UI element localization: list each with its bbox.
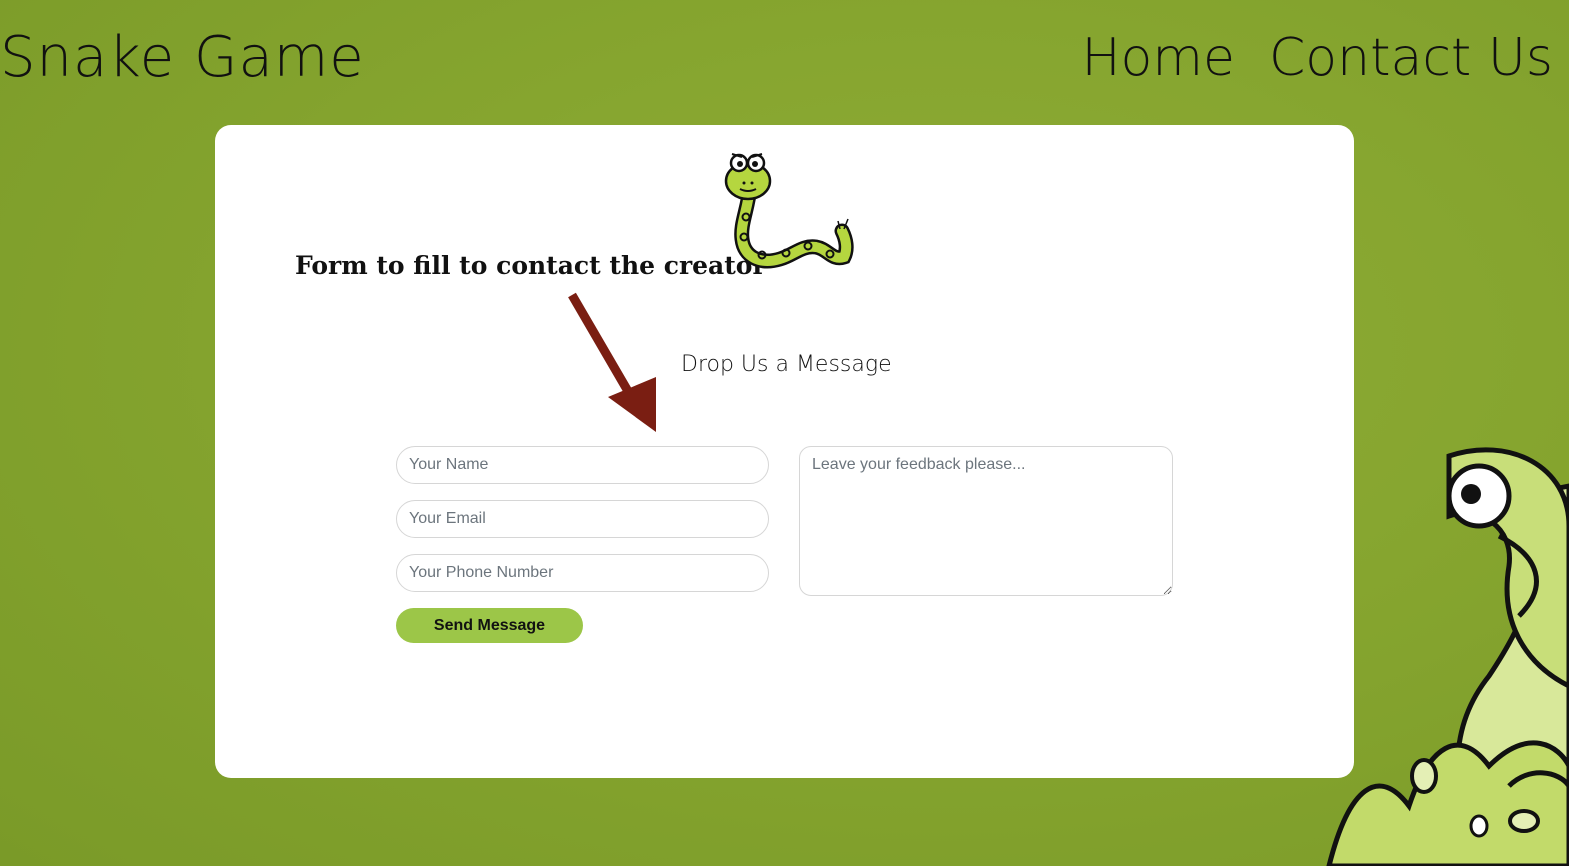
feedback-textarea[interactable] — [799, 446, 1173, 596]
arrow-down-icon — [568, 292, 656, 432]
site-title: Snake Game — [0, 25, 365, 90]
main-nav: Home Contact Us — [1081, 18, 1553, 98]
form-subheading: Drop Us a Message — [681, 352, 892, 377]
phone-input[interactable] — [396, 554, 769, 592]
snake-logo-icon — [724, 153, 854, 269]
contact-card: Form to fill to contact the creator Drop… — [215, 125, 1354, 778]
nav-home-link[interactable]: Home — [1081, 18, 1235, 98]
nav-contact-link[interactable]: Contact Us — [1269, 18, 1553, 98]
send-message-button[interactable]: Send Message — [396, 608, 583, 643]
contact-heading: Form to fill to contact the creator — [295, 251, 766, 280]
name-input[interactable] — [396, 446, 769, 484]
email-input[interactable] — [396, 500, 769, 538]
